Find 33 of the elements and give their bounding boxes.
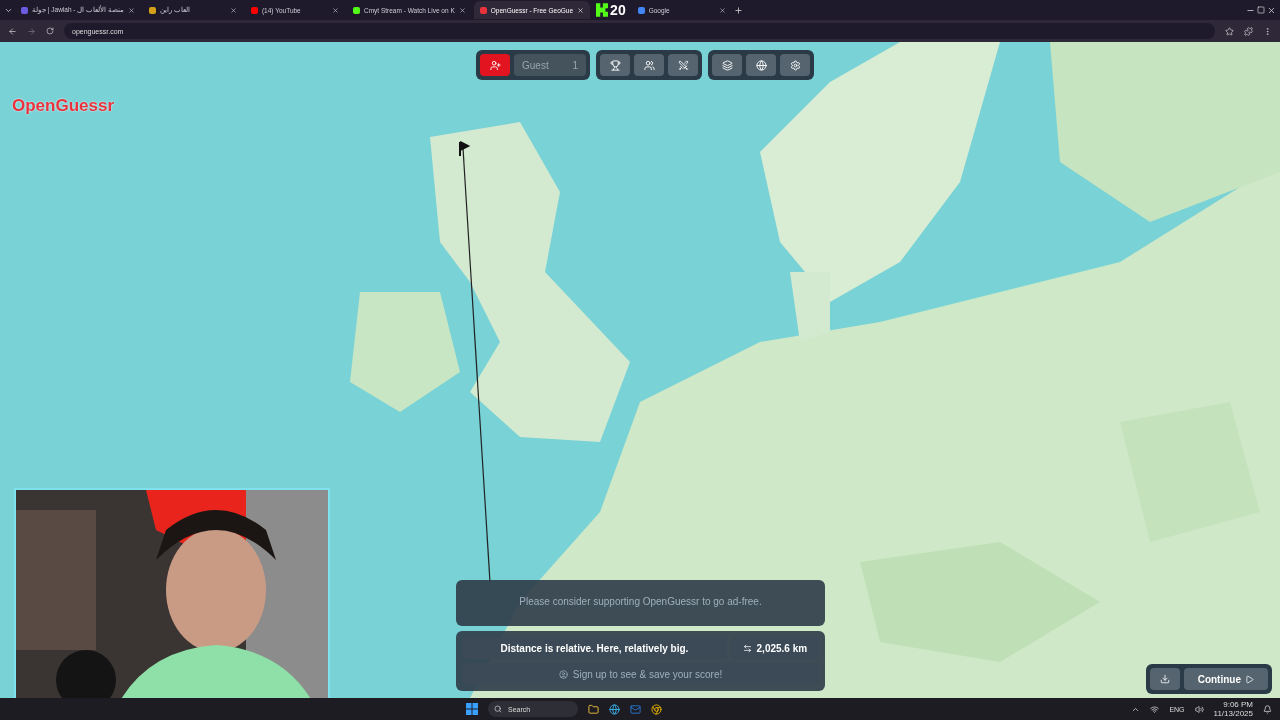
reload-icon[interactable] (46, 27, 54, 35)
restore-icon[interactable] (1257, 6, 1265, 14)
favicon-icon (637, 6, 645, 14)
close-icon[interactable] (458, 6, 466, 14)
close-icon[interactable] (577, 6, 585, 14)
menu-icon[interactable] (1263, 26, 1272, 36)
clock-time[interactable]: 9:06 PM (1223, 700, 1253, 709)
extensions-icon[interactable] (1244, 26, 1253, 36)
close-icon[interactable] (127, 6, 135, 14)
notification-icon[interactable] (1263, 704, 1272, 714)
search-icon (494, 705, 502, 713)
volume-icon[interactable] (1194, 704, 1204, 714)
clock-date[interactable]: 11/13/2025 (1213, 709, 1253, 718)
favicon-icon (21, 6, 28, 14)
favicon-icon (148, 6, 156, 14)
stream-logo-icon (596, 3, 609, 17)
viewer-count: 20 (610, 2, 626, 18)
mail-icon[interactable] (630, 703, 641, 715)
close-icon[interactable] (229, 6, 237, 14)
wifi-icon[interactable] (1150, 704, 1160, 714)
chrome-icon[interactable] (651, 703, 662, 715)
forward-icon[interactable] (27, 26, 36, 36)
favicon-icon (250, 6, 258, 14)
close-icon[interactable] (331, 6, 339, 14)
close-icon[interactable] (1267, 5, 1276, 15)
new-tab-icon[interactable] (733, 5, 743, 15)
back-icon[interactable] (8, 26, 17, 36)
favicon-icon (479, 6, 487, 14)
start-icon[interactable] (466, 703, 478, 715)
favicon-icon (352, 6, 360, 14)
close-icon[interactable] (718, 6, 726, 14)
bookmark-icon[interactable] (1225, 26, 1234, 36)
folder-icon[interactable] (588, 703, 599, 715)
